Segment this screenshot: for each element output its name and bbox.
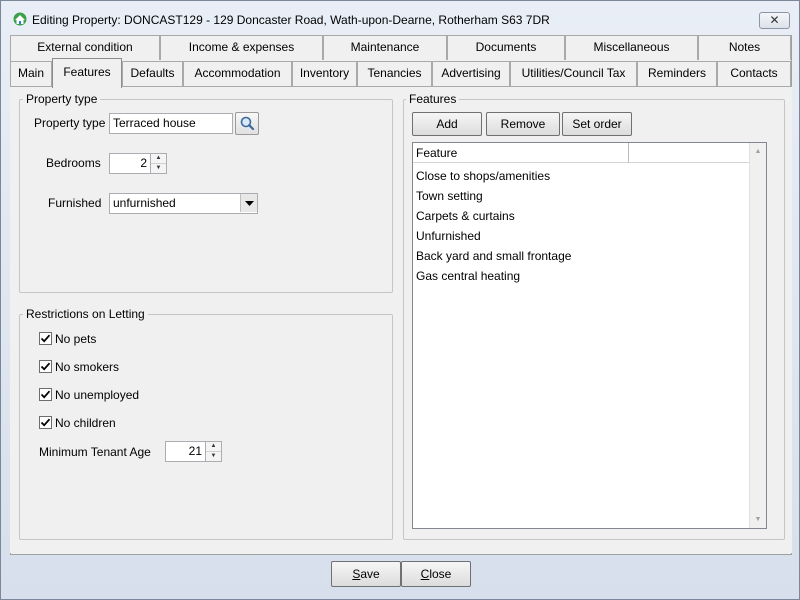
list-item[interactable]: Gas central heating [415,266,520,286]
tab-label: Advertising [441,66,501,80]
list-item[interactable]: Close to shops/amenities [415,166,550,186]
stepper-down-icon[interactable]: ▼ [206,452,221,462]
tab-defaults[interactable]: Defaults [122,61,183,86]
tab-advertising[interactable]: Advertising [432,61,510,86]
property-type-lookup-button[interactable] [235,112,259,135]
tab-label: Contacts [730,66,778,80]
tab-label: Miscellaneous [593,40,670,54]
property-type-field[interactable]: Terraced house [109,113,233,134]
save-button[interactable]: Save [331,561,401,587]
tab-label: Reminders [647,66,707,80]
property-type-group-title: Property type [23,92,101,106]
list-item[interactable]: Town setting [415,186,483,206]
tab-documents[interactable]: Documents [447,35,565,60]
tab-label: Utilities/Council Tax [521,66,626,80]
dialog-footer: Save Close [10,555,792,593]
furnished-select[interactable]: unfurnished [109,193,258,214]
no-children-label: No children [55,416,116,430]
tab-label: Notes [728,40,761,54]
tab-contacts[interactable]: Contacts [717,61,791,86]
list-item[interactable]: Back yard and small frontage [415,246,571,266]
property-type-label: Property type [34,116,106,130]
features-list[interactable]: Feature Close to shops/amenities Town se… [412,142,767,529]
stepper-up-icon[interactable]: ▲ [206,442,221,452]
list-item[interactable]: Carpets & curtains [415,206,515,226]
tab-reminders[interactable]: Reminders [637,61,717,86]
tab-label: Maintenance [350,40,420,54]
bedrooms-input[interactable]: 2 [109,153,151,174]
feature-column-header[interactable]: Feature [413,143,629,163]
tab-accommodation[interactable]: Accommodation [183,61,292,86]
tab-miscellaneous[interactable]: Miscellaneous [565,35,698,60]
no-unemployed-label: No unemployed [55,388,140,402]
features-group-title: Features [406,92,460,106]
no-pets-label: No pets [55,332,97,346]
features-tab-page: Property type Property type Terraced hou… [10,87,792,553]
minimum-tenant-age-stepper[interactable]: ▲ ▼ [206,441,222,462]
tab-features[interactable]: Features [52,58,122,88]
close-button[interactable]: Close [401,561,471,587]
no-smokers-checkbox[interactable] [39,360,52,373]
tab-tenancies[interactable]: Tenancies [357,61,432,86]
house-app-icon [13,12,27,26]
window-close-button[interactable]: ✕ [759,12,790,29]
no-pets-checkbox[interactable] [39,332,52,345]
scroll-up-icon[interactable]: ▲ [750,143,766,160]
stepper-up-icon[interactable]: ▲ [151,154,166,164]
tab-strip-divider [10,86,792,87]
remove-feature-button[interactable]: Remove [486,112,560,136]
save-label: ave [360,567,380,581]
window-title: Editing Property: DONCAST129 - 129 Donca… [32,13,550,27]
tab-label: Inventory [299,66,350,80]
bedrooms-label: Bedrooms [46,156,101,170]
features-list-scrollbar[interactable]: ▲ ▼ [749,143,766,528]
tab-label: Features [63,65,111,79]
no-smokers-label: No smokers [55,360,120,374]
close-label: lose [429,567,452,581]
tab-label: Accommodation [194,66,281,80]
list-item[interactable]: Unfurnished [415,226,481,246]
chevron-down-icon [244,200,254,206]
minimum-tenant-age-input[interactable]: 21 [165,441,206,462]
close-icon: ✕ [769,13,780,27]
features-list-header: Feature [413,143,749,163]
tab-label: External condition [37,40,133,54]
tab-external-condition[interactable]: External condition [10,35,160,60]
no-children-checkbox[interactable] [39,416,52,429]
bedrooms-stepper[interactable]: ▲ ▼ [151,153,167,174]
set-order-button[interactable]: Set order [562,112,632,136]
tab-maintenance[interactable]: Maintenance [323,35,447,60]
furnished-selected-value: unfurnished [113,196,176,210]
furnished-dropdown-button[interactable] [240,194,257,212]
tab-label: Documents [475,40,537,54]
tab-income-expenses[interactable]: Income & expenses [160,35,323,60]
magnifier-icon [240,116,255,131]
minimum-tenant-age-label: Minimum Tenant Age [39,445,151,459]
add-feature-button[interactable]: Add [412,112,482,136]
tab-label: Income & expenses [188,40,295,54]
checkmark-icon [40,418,51,427]
restrictions-group-title: Restrictions on Letting [23,307,148,321]
property-editor-window: Editing Property: DONCAST129 - 129 Donca… [0,0,800,600]
checkmark-icon [40,334,51,343]
tab-label: Main [17,66,44,80]
blank-column-header[interactable] [629,143,749,163]
checkmark-icon [40,362,51,371]
scroll-down-icon[interactable]: ▼ [750,511,766,528]
tab-utilities-council-tax[interactable]: Utilities/Council Tax [510,61,637,86]
title-bar[interactable]: Editing Property: DONCAST129 - 129 Donca… [1,1,799,35]
no-unemployed-checkbox[interactable] [39,388,52,401]
checkmark-icon [40,390,51,399]
tab-inventory[interactable]: Inventory [292,61,357,86]
tab-notes[interactable]: Notes [698,35,791,60]
tab-label: Tenancies [367,66,422,80]
tab-label: Defaults [130,66,175,80]
tab-main[interactable]: Main [10,61,52,86]
furnished-label: Furnished [48,196,102,210]
stepper-down-icon[interactable]: ▼ [151,164,166,174]
